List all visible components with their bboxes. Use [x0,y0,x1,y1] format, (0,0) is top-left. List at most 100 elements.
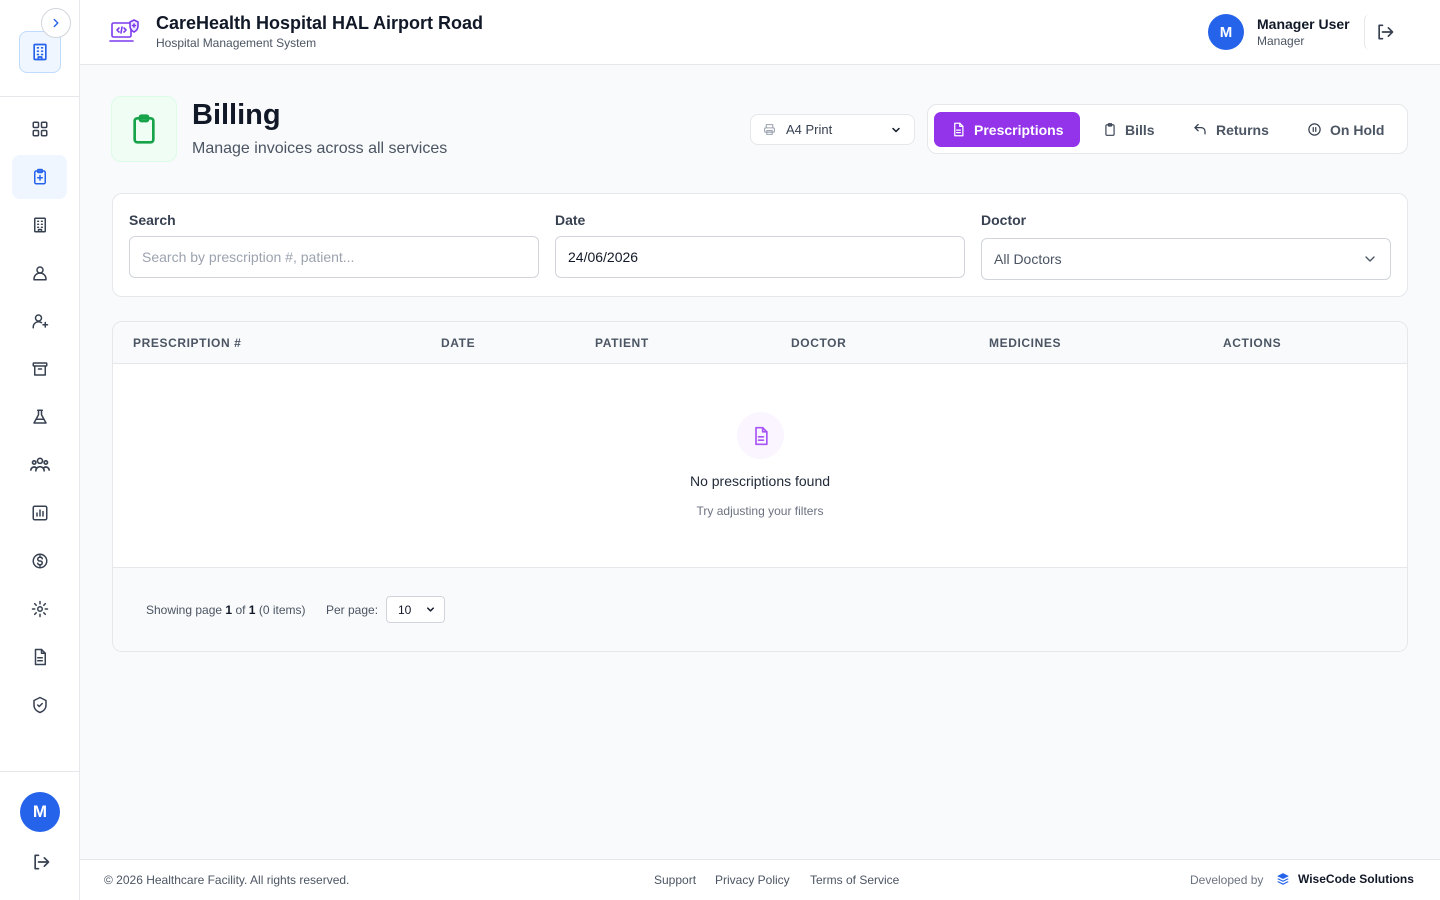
tab-returns[interactable]: Returns [1180,112,1280,147]
table-header: PRESCRIPTION # DATE PATIENT DOCTOR MEDIC… [113,322,1407,364]
logout-icon [1377,24,1393,40]
pagination-bar: Showing page 1 of 1 (0 items) Per page: … [113,567,1407,651]
column-header: PATIENT [595,336,649,350]
clipboard-icon [1105,123,1115,136]
user-name: Manager User [1257,16,1350,32]
users-icon [32,266,47,281]
tab-label: Returns [1216,121,1269,138]
search-label: Search [129,212,176,228]
archive-icon [32,362,47,376]
doctor-select-value: All Doctors [994,251,1062,267]
per-page-label: Per page: [326,603,379,617]
tab-label: On Hold [1330,121,1385,138]
user-plus-icon [32,314,48,329]
hospital-building-icon [33,217,46,233]
billing-page-icon [111,96,177,162]
sidebar-nav [12,107,68,733]
hospital-name: CareHealth Hospital HAL Airport Road [156,13,484,33]
hospital-logo-icon [108,17,140,47]
clipboard-icon [133,114,155,144]
sidebar-item-billing[interactable] [12,155,67,199]
printer-icon [764,124,775,135]
footer-link-terms[interactable]: Terms of Service [810,873,899,887]
prescriptions-table: PRESCRIPTION # DATE PATIENT DOCTOR MEDIC… [112,321,1408,652]
developed-by-label: Developed by [1190,873,1264,887]
sidebar-item-security[interactable] [12,683,67,727]
sidebar-logout-button[interactable] [30,851,52,873]
dollar-icon [32,553,47,569]
copyright-text: © 2026 Healthcare Facility. All rights r… [104,873,350,887]
doctor-select[interactable]: All Doctors [981,238,1391,280]
shield-check-icon [32,696,47,714]
user-avatar[interactable]: M [1208,14,1244,50]
sidebar-item-users[interactable] [12,251,67,295]
chevron-right-icon [53,18,59,28]
sidebar-item-settings[interactable] [12,587,67,631]
date-input[interactable]: 24/06/2026 [555,236,965,278]
header-logout-button[interactable] [1364,14,1404,50]
page-title: Billing [192,99,281,131]
gear-icon [31,600,48,618]
total-pages: 1 [248,603,256,617]
billing-tabs: Prescriptions Bills Returns On Hold [927,104,1408,154]
sidebar-item-add-user[interactable] [12,299,67,343]
flask-icon [32,409,47,424]
logout-icon [34,854,50,870]
sidebar-item-dashboard[interactable] [12,107,67,151]
per-page-select[interactable]: 10 [386,596,445,623]
tab-label: Prescriptions [974,121,1064,138]
clipboard-plus-icon [33,168,46,185]
date-label: Date [555,212,586,228]
filters-card: Search Date 24/06/2026 Doctor All Doctor… [112,193,1408,297]
dashboard-icon [32,121,47,137]
tab-label: Bills [1125,121,1155,138]
tab-on-hold[interactable]: On Hold [1295,112,1399,147]
print-format-select[interactable]: A4 Print [750,114,915,145]
layers-icon [1277,873,1289,885]
top-header: CareHealth Hospital HAL Airport Road Hos… [80,0,1440,65]
document-icon [954,122,964,137]
sidebar-item-documents[interactable] [12,635,67,679]
sidebar-item-lab[interactable] [12,395,67,439]
tab-prescriptions[interactable]: Prescriptions [934,112,1080,147]
document-icon [754,426,768,445]
current-page: 1 [225,603,233,617]
empty-state-subtitle: Try adjusting your filters [696,504,824,518]
footer-link-privacy[interactable]: Privacy Policy [715,873,790,887]
developer-name: WiseCode Solutions [1298,872,1414,886]
undo-arrow-icon [1194,123,1206,135]
sidebar-item-staff[interactable] [12,443,67,487]
chevron-down-icon [1365,256,1375,262]
bar-chart-icon [32,505,47,521]
column-header: DOCTOR [791,336,847,350]
sidebar: M [0,0,80,900]
pagination-prefix: Showing page [146,603,223,617]
sidebar-item-reports[interactable] [12,491,67,535]
column-header: ACTIONS [1223,336,1282,350]
page-subtitle: Manage invoices across all services [192,140,448,157]
footer-link-support[interactable]: Support [654,873,696,887]
user-group-icon [29,457,50,472]
sidebar-item-notifications[interactable] [12,731,67,733]
sidebar-divider [0,771,80,772]
sidebar-expand-button[interactable] [41,8,71,38]
sidebar-avatar[interactable]: M [20,792,60,832]
empty-state-title: No prescriptions found [689,473,831,489]
per-page-value: 10 [398,602,412,617]
system-name: Hospital Management System [156,36,317,50]
print-format-value: A4 Print [786,122,833,137]
sidebar-item-hospital[interactable] [12,203,67,247]
pause-circle-icon [1308,123,1321,136]
sidebar-item-finance[interactable] [12,539,67,583]
document-icon [34,648,46,666]
item-count: (0 items) [258,603,306,617]
tab-bills[interactable]: Bills [1092,112,1166,147]
developer-brand[interactable]: WiseCode Solutions [1276,872,1414,886]
sidebar-item-inventory[interactable] [12,347,67,391]
hospital-building-icon [33,43,47,61]
chevron-down-icon [890,124,902,136]
chevron-down-icon [427,607,434,612]
user-role: Manager [1257,34,1305,48]
pagination-info: Showing page 1 of 1 (0 items) [146,603,306,617]
search-input[interactable] [129,236,539,278]
